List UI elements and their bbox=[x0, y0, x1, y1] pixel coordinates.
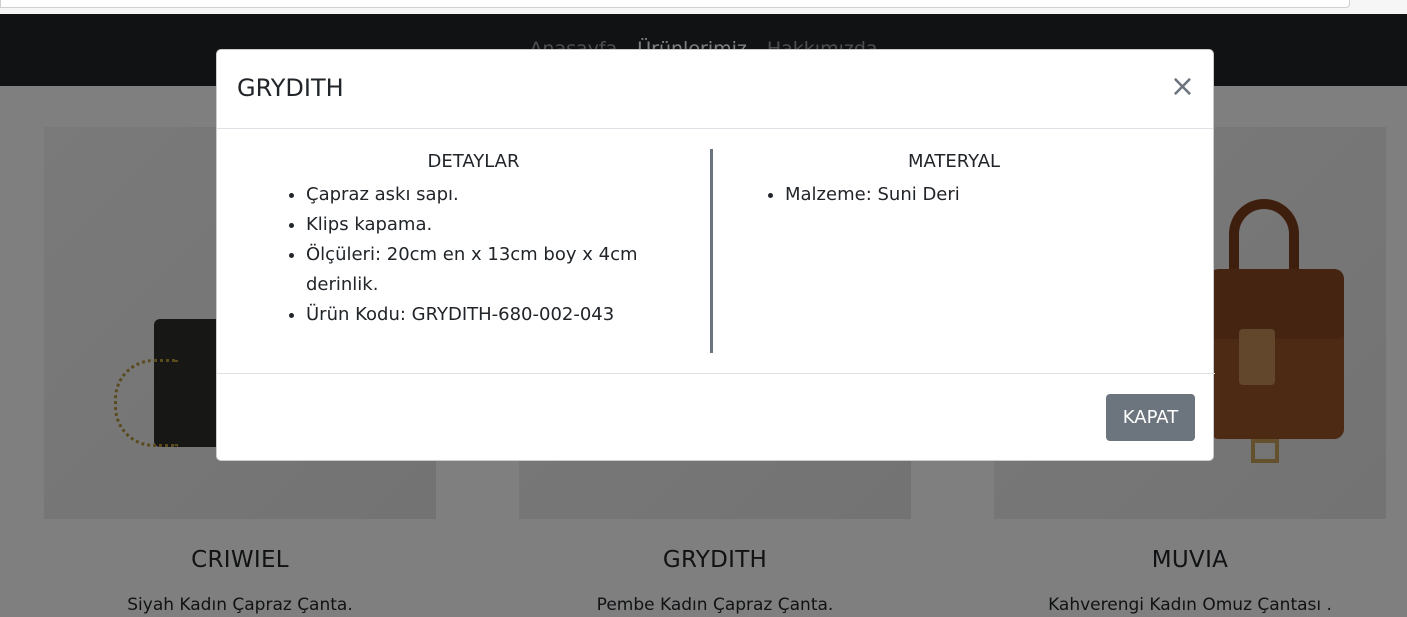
details-item: Ölçüleri: 20cm en x 13cm boy x 4cm derin… bbox=[306, 240, 657, 300]
modal-title: GRYDITH bbox=[237, 74, 344, 102]
modal-footer: KAPAT bbox=[217, 373, 1215, 461]
material-item: Malzeme: Suni Deri bbox=[785, 180, 1192, 210]
material-heading: MATERYAL bbox=[907, 151, 1001, 172]
details-column: DETAYLAR Çapraz askı sapı. Klips kapama.… bbox=[237, 149, 713, 353]
address-bar[interactable] bbox=[0, 0, 1350, 8]
details-heading: DETAYLAR bbox=[427, 151, 520, 172]
details-item: Çapraz askı sapı. bbox=[306, 180, 657, 210]
modal-body: DETAYLAR Çapraz askı sapı. Klips kapama.… bbox=[217, 129, 1215, 374]
material-column: MATERYAL Malzeme: Suni Deri bbox=[716, 149, 1192, 210]
details-list: Çapraz askı sapı. Klips kapama. Ölçüleri… bbox=[237, 180, 657, 330]
browser-address-strip bbox=[0, 0, 1407, 14]
material-list: Malzeme: Suni Deri bbox=[716, 180, 1192, 210]
modal-header: GRYDITH × bbox=[217, 50, 1213, 129]
close-icon[interactable]: × bbox=[1170, 72, 1195, 102]
details-item: Ürün Kodu: GRYDITH-680-002-043 bbox=[306, 300, 657, 330]
close-button[interactable]: KAPAT bbox=[1106, 394, 1195, 441]
details-item: Klips kapama. bbox=[306, 210, 657, 240]
product-detail-modal: GRYDITH × DETAYLAR Çapraz askı sapı. Kli… bbox=[216, 49, 1215, 461]
